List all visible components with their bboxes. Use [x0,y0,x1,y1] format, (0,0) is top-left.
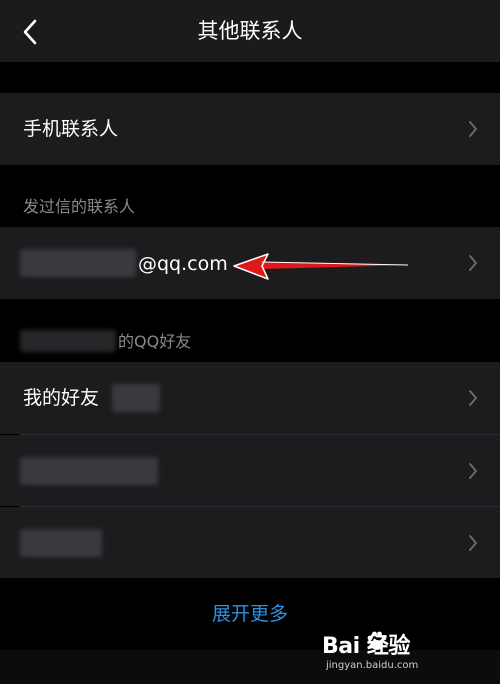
paw-icon [367,631,387,650]
chevron-right-icon [469,390,477,406]
chevron-right-icon [469,255,477,271]
section-mailed-contacts: 发过信的联系人 [23,197,136,216]
my-friends-row[interactable]: 我的好友 [0,362,500,434]
phone-contacts-label: 手机联系人 [23,118,119,140]
nav-bar: 其他联系人 [0,0,500,62]
annotation-arrow [233,253,409,280]
friend-group-row[interactable] [0,507,500,578]
phone-contacts-row[interactable]: 手机联系人 [0,93,500,165]
expand-more-button[interactable]: 展开更多 [0,602,500,626]
redacted-group-name [20,457,158,485]
mailed-contact-row[interactable]: @qq.com [0,227,500,299]
my-friends-label: 我的好友 [23,387,100,409]
watermark-domain: jingyan.baidu.com [326,660,419,671]
baidu-jingyan-watermark: Bai 经验 jingyan.baidu.com [322,628,472,678]
redacted-account-name [20,330,116,352]
friend-group-row[interactable] [0,435,500,506]
chevron-right-icon [469,535,477,551]
redacted-group-name [20,529,102,557]
page-title: 其他联系人 [197,19,303,43]
redacted-email-name [20,249,136,277]
email-suffix: @qq.com [138,253,228,275]
redacted-friend-count [112,384,160,412]
chevron-right-icon [469,463,477,479]
chevron-right-icon [469,121,477,137]
section-qq-friends: 的QQ好友 [118,332,192,351]
